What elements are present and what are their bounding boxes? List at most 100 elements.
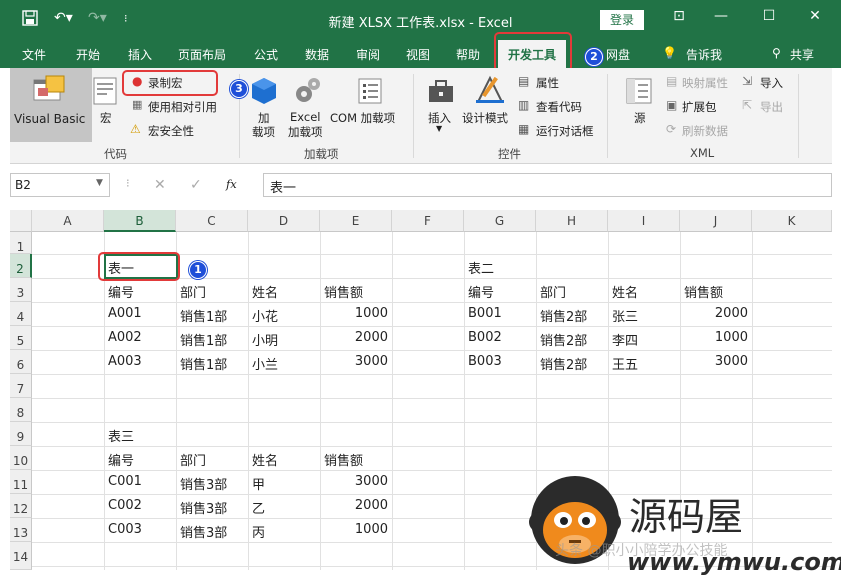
column-header[interactable]: E	[320, 210, 392, 232]
tab-review[interactable]: 审阅	[356, 46, 380, 63]
run-dialog-button[interactable]: 运行对话框	[536, 123, 594, 139]
row-header[interactable]: 6	[10, 350, 32, 374]
tab-file[interactable]: 文件	[22, 46, 46, 63]
table3-header[interactable]: 姓名	[252, 450, 278, 469]
column-header[interactable]: G	[464, 210, 536, 232]
toolbox-icon[interactable]	[426, 76, 456, 106]
minimize-button[interactable]: —	[706, 8, 736, 24]
excel-addins-label-1[interactable]: Excel	[290, 110, 320, 124]
tab-view[interactable]: 视图	[406, 46, 430, 63]
table3-title[interactable]: 表三	[108, 426, 134, 445]
table3-cell[interactable]: 乙	[252, 498, 265, 517]
tab-formulas[interactable]: 公式	[254, 46, 278, 63]
row-header[interactable]: 8	[10, 398, 32, 422]
table2-cell[interactable]: 张三	[612, 306, 638, 325]
table3-cell[interactable]: 销售3部	[180, 474, 227, 493]
com-addins-label[interactable]: COM 加载项	[330, 110, 395, 126]
enter-icon[interactable]: ✓	[190, 177, 202, 193]
column-header[interactable]: B	[104, 210, 176, 232]
table2-title[interactable]: 表二	[468, 258, 494, 277]
table1-cell[interactable]: 销售1部	[180, 330, 227, 349]
tab-insert[interactable]: 插入	[128, 46, 152, 63]
table2-cell[interactable]: B002	[468, 330, 502, 345]
column-header[interactable]: C	[176, 210, 248, 232]
table1-cell[interactable]: A001	[108, 306, 142, 321]
table1-cell[interactable]: 小花	[252, 306, 278, 325]
macro-security-button[interactable]: 宏安全性	[148, 123, 194, 139]
expansion-packs-button[interactable]: 扩展包	[682, 99, 717, 115]
table1-header[interactable]: 编号	[108, 282, 134, 301]
table2-cell[interactable]: 1000	[680, 330, 748, 345]
row-header[interactable]: 12	[10, 494, 32, 518]
row-header[interactable]: 3	[10, 278, 32, 302]
table1-cell[interactable]: 小兰	[252, 354, 278, 373]
table2-header[interactable]: 姓名	[612, 282, 638, 301]
row-header[interactable]: 13	[10, 518, 32, 542]
column-header[interactable]: H	[536, 210, 608, 232]
xml-source-icon[interactable]	[624, 76, 654, 106]
ribbon-display-options-icon[interactable]: ⊡	[664, 8, 694, 24]
column-header[interactable]: I	[608, 210, 680, 232]
sign-in-button[interactable]: 登录	[600, 10, 644, 30]
view-code-button[interactable]: 查看代码	[536, 99, 582, 115]
table3-header[interactable]: 销售额	[324, 450, 363, 469]
tell-me-search[interactable]: 告诉我	[686, 46, 722, 63]
column-header[interactable]: J	[680, 210, 752, 232]
properties-button[interactable]: 属性	[536, 75, 559, 91]
visual-basic-button[interactable]: Visual Basic	[10, 68, 92, 142]
table3-header[interactable]: 编号	[108, 450, 134, 469]
table2-header[interactable]: 部门	[540, 282, 566, 301]
tab-home[interactable]: 开始	[76, 46, 100, 63]
maximize-button[interactable]: ☐	[754, 8, 784, 24]
table1-cell[interactable]: A002	[108, 330, 142, 345]
name-box-dropdown-icon[interactable]: ▼	[96, 178, 103, 188]
macros-icon[interactable]	[92, 76, 120, 106]
row-header[interactable]: 1	[10, 232, 32, 254]
tab-data[interactable]: 数据	[305, 46, 329, 63]
table2-cell[interactable]: 销售2部	[540, 354, 587, 373]
table1-cell[interactable]: A003	[108, 354, 142, 369]
design-mode-label[interactable]: 设计模式	[462, 110, 508, 126]
table1-cell[interactable]: 2000	[320, 330, 388, 345]
table3-header[interactable]: 部门	[180, 450, 206, 469]
table2-cell[interactable]: 王五	[612, 354, 638, 373]
name-box[interactable]: B2	[10, 173, 110, 197]
table1-cell[interactable]: 3000	[320, 354, 388, 369]
tab-netdisk[interactable]: 网盘	[606, 46, 630, 63]
table3-cell[interactable]: 3000	[320, 474, 388, 489]
table1-header[interactable]: 姓名	[252, 282, 278, 301]
row-header[interactable]: 7	[10, 374, 32, 398]
relative-reference-button[interactable]: 使用相对引用	[148, 99, 217, 115]
row-header[interactable]: 5	[10, 326, 32, 350]
row-header[interactable]: 11	[10, 470, 32, 494]
table3-cell[interactable]: 丙	[252, 522, 265, 541]
import-button[interactable]: 导入	[760, 75, 783, 91]
table1-header[interactable]: 销售额	[324, 282, 363, 301]
row-header[interactable]: 10	[10, 446, 32, 470]
addins-label-2[interactable]: 载项	[252, 124, 275, 140]
table3-cell[interactable]: C002	[108, 498, 142, 513]
table1-cell[interactable]: 1000	[320, 306, 388, 321]
table2-header[interactable]: 销售额	[684, 282, 723, 301]
row-header[interactable]: 4	[10, 302, 32, 326]
table2-header[interactable]: 编号	[468, 282, 494, 301]
table3-cell[interactable]: 销售3部	[180, 498, 227, 517]
insert-function-icon[interactable]: fx	[226, 177, 237, 191]
design-mode-icon[interactable]	[474, 74, 508, 106]
xml-source-label[interactable]: 源	[634, 110, 646, 126]
share-button[interactable]: 共享	[790, 46, 814, 63]
table3-cell[interactable]: 甲	[252, 474, 265, 493]
com-addins-icon[interactable]	[356, 76, 386, 106]
row-header[interactable]: 2	[10, 254, 32, 278]
table1-cell[interactable]: 小明	[252, 330, 278, 349]
tab-help[interactable]: 帮助	[456, 46, 480, 63]
column-header[interactable]: A	[32, 210, 104, 232]
excel-addins-gear-icon[interactable]	[292, 76, 322, 106]
table2-cell[interactable]: 2000	[680, 306, 748, 321]
row-header[interactable]: 14	[10, 542, 32, 570]
column-header[interactable]: F	[392, 210, 464, 232]
row-header[interactable]: 9	[10, 422, 32, 446]
table3-cell[interactable]: 销售3部	[180, 522, 227, 541]
chevron-down-icon[interactable]: ▼	[436, 124, 442, 133]
column-header[interactable]: K	[752, 210, 832, 232]
